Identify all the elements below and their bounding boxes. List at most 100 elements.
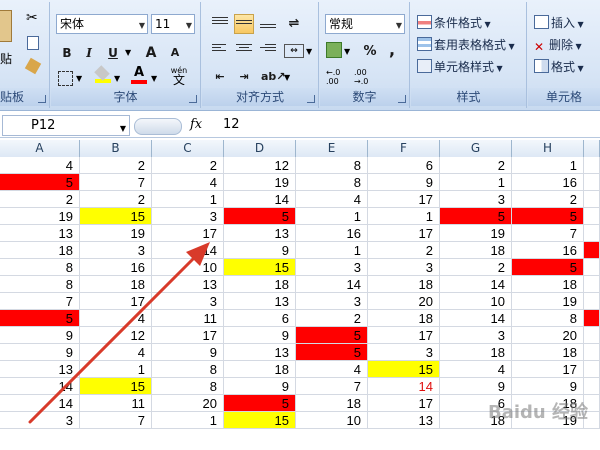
table-cell[interactable]: 15 [224,259,296,276]
delete-button[interactable]: ✕ 删除 ▼ [534,36,582,54]
formula-bar-splitter[interactable] [134,118,182,135]
table-cell[interactable]: 8 [0,276,80,293]
font-color-icon[interactable]: A [131,66,147,84]
table-cell[interactable]: 5 [296,327,368,344]
table-cell-partial[interactable] [584,157,600,174]
table-cell[interactable]: 8 [0,259,80,276]
comma-button[interactable]: , [382,40,402,60]
table-cell[interactable]: 17 [368,225,440,242]
table-cell[interactable]: 13 [0,225,80,242]
table-cell[interactable]: 5 [0,174,80,191]
wrap-text-icon[interactable]: ⇌ [284,14,304,34]
border-dropdown-icon[interactable]: ▼ [76,74,82,83]
table-cell[interactable]: 10 [296,412,368,429]
table-cell[interactable]: 3 [80,242,152,259]
table-cell[interactable]: 9 [440,378,512,395]
font-name-combo[interactable]: 宋体 ▼ [56,14,148,34]
alignment-launcher-icon[interactable] [307,95,315,103]
shrink-font-button[interactable]: A [165,43,185,63]
table-cell[interactable]: 4 [296,191,368,208]
table-cell[interactable]: 10 [152,259,224,276]
table-cell[interactable]: 16 [512,242,584,259]
table-cell[interactable]: 1 [440,174,512,191]
table-cell[interactable]: 9 [0,327,80,344]
column-header-next[interactable] [584,140,600,157]
border-icon[interactable] [58,71,73,86]
table-cell[interactable]: 18 [80,276,152,293]
table-cell[interactable]: 9 [512,378,584,395]
insert-button[interactable]: 插入 ▼ [534,14,584,32]
table-cell[interactable]: 14 [0,395,80,412]
table-cell[interactable]: 9 [224,378,296,395]
font-size-combo[interactable]: 11 ▼ [151,14,195,34]
format-painter-icon[interactable] [24,57,42,75]
table-cell[interactable]: 1 [296,208,368,225]
percent-button[interactable]: % [360,42,380,62]
table-cell[interactable]: 2 [440,157,512,174]
table-cell[interactable]: 15 [80,208,152,225]
table-cell[interactable]: 14 [296,276,368,293]
insert-function-icon[interactable]: fx [190,117,202,132]
table-cell[interactable]: 2 [80,191,152,208]
table-cell[interactable]: 2 [440,259,512,276]
currency-dropdown-icon[interactable]: ▼ [344,47,350,56]
table-cell[interactable]: 2 [296,310,368,327]
table-cell[interactable]: 1 [152,412,224,429]
table-cell-partial[interactable] [584,293,600,310]
table-cell[interactable]: 16 [512,174,584,191]
table-cell[interactable]: 2 [80,157,152,174]
table-cell[interactable]: 3 [296,293,368,310]
table-cell[interactable]: 14 [440,310,512,327]
table-cell[interactable]: 4 [152,174,224,191]
table-cell-partial[interactable] [584,276,600,293]
table-cell[interactable]: 13 [0,361,80,378]
align-center-icon[interactable] [234,41,254,61]
table-cell[interactable]: 4 [296,361,368,378]
table-cell[interactable]: 17 [152,327,224,344]
table-cell[interactable]: 1 [80,361,152,378]
decrease-decimal-button[interactable]: .00 →.0 [354,68,368,86]
table-cell[interactable]: 8 [152,378,224,395]
column-header-b[interactable]: B [80,140,152,157]
copy-icon[interactable] [27,36,39,50]
increase-decimal-button[interactable]: ←.0.00 [326,68,340,86]
table-cell[interactable]: 1 [512,157,584,174]
number-launcher-icon[interactable] [398,95,406,103]
number-format-combo[interactable]: 常规 ▼ [325,14,405,34]
merge-center-icon[interactable]: ↔ [284,44,304,58]
table-cell[interactable]: 18 [224,361,296,378]
table-cell[interactable]: 18 [440,344,512,361]
table-cell[interactable]: 9 [224,242,296,259]
table-cell[interactable]: 14 [368,378,440,395]
font-color-dropdown-icon[interactable]: ▼ [151,74,157,83]
table-cell[interactable]: 4 [0,157,80,174]
phonetic-button[interactable]: wén 文 [165,66,193,88]
align-middle-icon[interactable] [234,14,254,34]
table-cell[interactable]: 4 [440,361,512,378]
table-cell[interactable]: 17 [512,361,584,378]
table-cell[interactable]: 13 [224,293,296,310]
table-cell[interactable]: 17 [152,225,224,242]
align-right-icon[interactable] [258,41,278,61]
grow-font-button[interactable]: A [141,43,161,63]
table-cell[interactable]: 4 [80,310,152,327]
table-cell-partial[interactable] [584,225,600,242]
orientation-icon[interactable]: ab↗ [260,67,286,87]
table-cell[interactable]: 8 [296,174,368,191]
table-cell[interactable]: 18 [0,242,80,259]
table-cell[interactable]: 1 [296,242,368,259]
format-button[interactable]: 格式 ▼ [534,58,584,76]
table-cell[interactable]: 16 [296,225,368,242]
table-cell[interactable]: 2 [512,191,584,208]
table-cell[interactable]: 18 [368,276,440,293]
column-header-c[interactable]: C [152,140,224,157]
table-cell-partial[interactable] [584,378,600,395]
table-cell[interactable]: 18 [296,395,368,412]
table-cell[interactable]: 5 [224,395,296,412]
table-cell[interactable]: 12 [224,157,296,174]
table-cell[interactable]: 14 [224,191,296,208]
table-cell[interactable]: 1 [368,208,440,225]
table-cell[interactable]: 7 [296,378,368,395]
bold-button[interactable]: B [57,43,77,63]
table-cell[interactable]: 8 [152,361,224,378]
